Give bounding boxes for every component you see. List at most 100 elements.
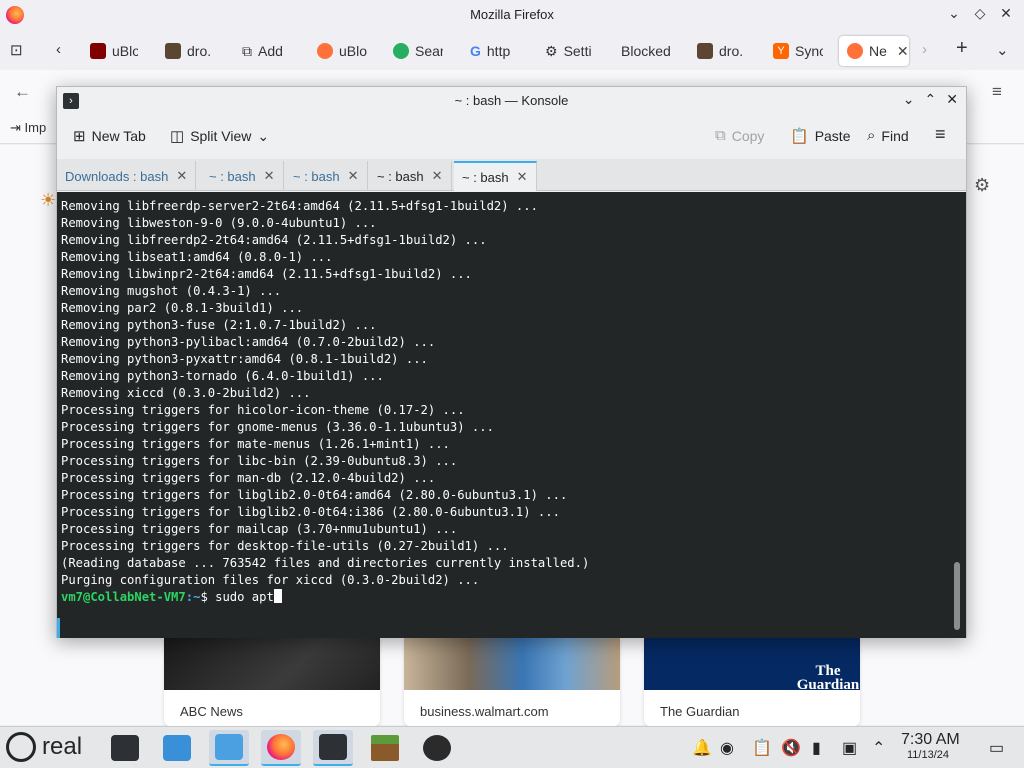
- chevron-down-icon: ⌄: [257, 127, 270, 144]
- tab-addons[interactable]: ⧉ Add: [242, 36, 292, 66]
- konsole-tab-4[interactable]: ~ : bash ✕: [369, 161, 452, 191]
- close-tab-icon[interactable]: ✕: [432, 168, 443, 184]
- tab-label: ~ : bash: [377, 168, 424, 184]
- show-desktop-icon[interactable]: ▭: [989, 738, 1004, 758]
- tab-sync[interactable]: Y Sync: [773, 36, 823, 66]
- konsole-app[interactable]: [313, 730, 353, 766]
- tab-http[interactable]: Ghttp: [470, 36, 520, 66]
- close-tab-icon[interactable]: ✕: [348, 168, 359, 184]
- terminal-line: Removing mugshot (0.4.3-1) ...: [61, 284, 282, 298]
- terminal-line: Purging configuration files for xiccd (0…: [61, 573, 480, 587]
- story-card-guardian[interactable]: The Guardian The Guardian: [644, 638, 860, 726]
- close-tab-icon[interactable]: ✕: [517, 169, 528, 185]
- terminal-scrollbar[interactable]: [954, 562, 960, 630]
- paste-button[interactable]: 📋 Paste: [790, 127, 851, 145]
- story-card-walmart[interactable]: business.walmart.com: [404, 638, 620, 726]
- tab-groups-icon[interactable]: ⊡: [10, 41, 23, 59]
- button-label: New Tab: [91, 128, 146, 144]
- terminal-line: Processing triggers for desktop-file-uti…: [61, 539, 509, 553]
- story-thumbnail: The Guardian: [644, 638, 860, 693]
- konsole-tab-3[interactable]: ~ : bash ✕: [285, 161, 368, 191]
- tab-dro-1[interactable]: dro.: [165, 36, 215, 66]
- konsole-window-title: ~ : bash — Konsole: [454, 93, 569, 108]
- minimize-icon[interactable]: ⌄: [903, 91, 915, 108]
- split-view-button[interactable]: ◫ Split View ⌄: [170, 127, 270, 146]
- google-icon: G: [470, 43, 481, 59]
- tab-settings[interactable]: ⚙ Setti: [545, 36, 595, 66]
- close-tab-icon[interactable]: ✕: [264, 168, 275, 184]
- tab-label: dro.: [187, 43, 212, 59]
- firefox-tab-strip: ⊡ ‹ uBlo dro. ⧉ Add uBlo Sear Ghttp ⚙ Sett…: [0, 30, 1024, 70]
- tab-blocked[interactable]: Blocked: [621, 36, 681, 66]
- konsole-tab-2[interactable]: ~ : bash ✕: [201, 161, 284, 191]
- copy-button[interactable]: ⧉ Copy: [715, 127, 764, 144]
- tab-dro-2[interactable]: dro.: [697, 36, 747, 66]
- minecraft-app[interactable]: [365, 730, 405, 766]
- close-icon[interactable]: ✕: [946, 91, 958, 108]
- tab-label: Sync: [795, 43, 823, 59]
- clock-time[interactable]: 7:30 AM: [901, 731, 960, 749]
- guardian-logo: The Guardian: [796, 663, 860, 693]
- clock-date[interactable]: 11/13/24: [907, 749, 949, 761]
- close-tab-icon[interactable]: ✕: [897, 43, 909, 60]
- tab-ublock-1[interactable]: uBlo: [90, 36, 138, 66]
- chevron-up-icon[interactable]: ⌃: [872, 738, 885, 758]
- tab-search[interactable]: Sear: [393, 36, 443, 66]
- tab-ublock-2[interactable]: uBlo: [317, 36, 369, 66]
- firefox-app[interactable]: [261, 730, 301, 766]
- maximize-icon[interactable]: ⌃: [925, 91, 937, 108]
- back-icon[interactable]: ←: [14, 82, 31, 102]
- new-tab-plus-icon[interactable]: +: [956, 37, 968, 60]
- new-tab-button[interactable]: ⊞ New Tab: [73, 127, 146, 145]
- konsole-window-controls: ⌄ ⌃ ✕: [903, 91, 958, 108]
- hamburger-menu-icon[interactable]: ≡: [992, 82, 1002, 102]
- scroll-left-icon[interactable]: ‹: [56, 41, 61, 58]
- prompt-user-host: vm7@CollabNet-VM7: [61, 590, 186, 604]
- button-label: Find: [881, 127, 909, 144]
- search-favicon-icon: [393, 43, 409, 59]
- terminal-prompt-line: vm7@CollabNet-VM7:~$ sudo apt: [61, 589, 589, 606]
- scroll-right-icon[interactable]: ›: [922, 41, 927, 58]
- tab-label: http: [486, 43, 511, 59]
- terminal-view[interactable]: Removing libfreerdp-server2-2t64:amd64 (…: [57, 192, 966, 638]
- start-menu-button[interactable]: real: [6, 732, 82, 762]
- settings-app[interactable]: [105, 730, 145, 766]
- tab-new-active[interactable]: Ne ✕: [839, 36, 909, 66]
- button-label: Split View: [190, 128, 252, 144]
- settings-sliders-icon: [111, 735, 139, 761]
- konsole-titlebar: › ~ : bash — Konsole ⌄ ⌃ ✕: [57, 87, 966, 115]
- bookmark-label: Imp: [24, 120, 47, 135]
- text-cursor: [273, 589, 282, 603]
- network-icon[interactable]: ▣: [842, 738, 857, 758]
- konsole-window: › ~ : bash — Konsole ⌄ ⌃ ✕ ⊞ New Tab ◫ Spl…: [56, 86, 967, 638]
- terminal-line: Processing triggers for hicolor-icon-the…: [61, 403, 465, 417]
- clipboard-icon[interactable]: 📋: [752, 738, 772, 758]
- find-button[interactable]: ⌕ Find: [867, 127, 909, 144]
- story-source: business.walmart.com: [420, 704, 549, 719]
- obs-tray-icon[interactable]: ◉: [720, 738, 734, 758]
- taskbar: real 🔔 ◉ 📋 🔇 ▮ ▣ ⌃ 7:30 AM 11/13/24 ▭: [0, 726, 1024, 768]
- obs-icon: [423, 735, 451, 761]
- hamburger-menu-button[interactable]: ≡: [935, 124, 946, 145]
- close-icon[interactable]: ✕: [998, 5, 1014, 22]
- bookmark-import[interactable]: ⇥ Imp: [10, 120, 46, 136]
- discover-app[interactable]: [157, 730, 197, 766]
- volume-muted-icon[interactable]: 🔇: [781, 738, 801, 758]
- terminal-line: Removing libwinpr2-2t64:amd64 (2.11.5+df…: [61, 267, 472, 281]
- file-manager-app[interactable]: [209, 730, 249, 766]
- konsole-tab-downloads[interactable]: Downloads : bash ✕: [57, 161, 197, 191]
- battery-icon[interactable]: ▮: [812, 738, 821, 758]
- newtab-settings-gear-icon[interactable]: ⚙: [974, 175, 990, 196]
- paste-icon: 📋: [790, 128, 809, 145]
- maximize-icon[interactable]: ◇: [972, 5, 988, 22]
- terminal-line: Removing python3-pylibacl:amd64 (0.7.0-2…: [61, 335, 436, 349]
- minimize-icon[interactable]: ⌄: [946, 5, 962, 22]
- list-all-tabs-icon[interactable]: ⌄: [996, 41, 1009, 59]
- obs-app[interactable]: [417, 730, 457, 766]
- notifications-bell-icon[interactable]: 🔔: [692, 738, 712, 758]
- close-tab-icon[interactable]: ✕: [176, 168, 187, 184]
- firefox-icon: [267, 734, 295, 760]
- story-card-abc[interactable]: ABC News: [164, 638, 380, 726]
- konsole-tab-5-active[interactable]: ~ : bash ✕: [454, 161, 537, 191]
- split-view-icon: ◫: [170, 128, 185, 145]
